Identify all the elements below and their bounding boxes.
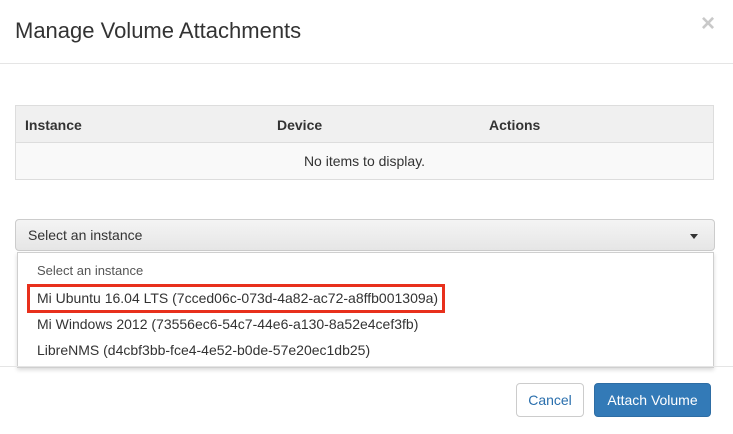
instance-option-mi-ubuntu[interactable]: Mi Ubuntu 16.04 LTS (7cced06c-073d-4a82-… <box>37 290 438 306</box>
close-icon[interactable]: × <box>701 12 715 36</box>
cancel-button[interactable]: Cancel <box>516 383 584 417</box>
column-header-instance[interactable]: Instance <box>25 117 82 133</box>
manage-volume-attachments-dialog: Manage Volume Attachments × Instance Dev… <box>0 0 733 434</box>
dialog-title: Manage Volume Attachments <box>15 18 302 43</box>
attachments-table: Instance Device Actions No items to disp… <box>15 105 714 180</box>
table-header-row: Instance Device Actions <box>16 106 713 143</box>
dialog-header: Manage Volume Attachments × <box>0 0 733 64</box>
instance-dropdown-list: Select an instance Mi Ubuntu 16.04 LTS (… <box>17 252 714 368</box>
instance-option-librenms[interactable]: LibreNMS (d4cbf3bb-fce4-4e52-b0de-57e20e… <box>37 342 370 358</box>
column-header-actions: Actions <box>489 117 541 133</box>
instance-option-placeholder[interactable]: Select an instance <box>37 263 143 278</box>
instance-select[interactable]: Select an instance <box>15 219 715 251</box>
instance-option-mi-windows[interactable]: Mi Windows 2012 (73556ec6-54c7-44e6-a130… <box>37 316 418 332</box>
attach-volume-button[interactable]: Attach Volume <box>594 383 711 417</box>
caret-down-icon <box>690 234 698 239</box>
column-header-device[interactable]: Device <box>277 117 322 133</box>
footer-divider <box>0 366 733 367</box>
instance-select-value: Select an instance <box>28 227 143 243</box>
empty-table-message: No items to display. <box>16 143 713 179</box>
